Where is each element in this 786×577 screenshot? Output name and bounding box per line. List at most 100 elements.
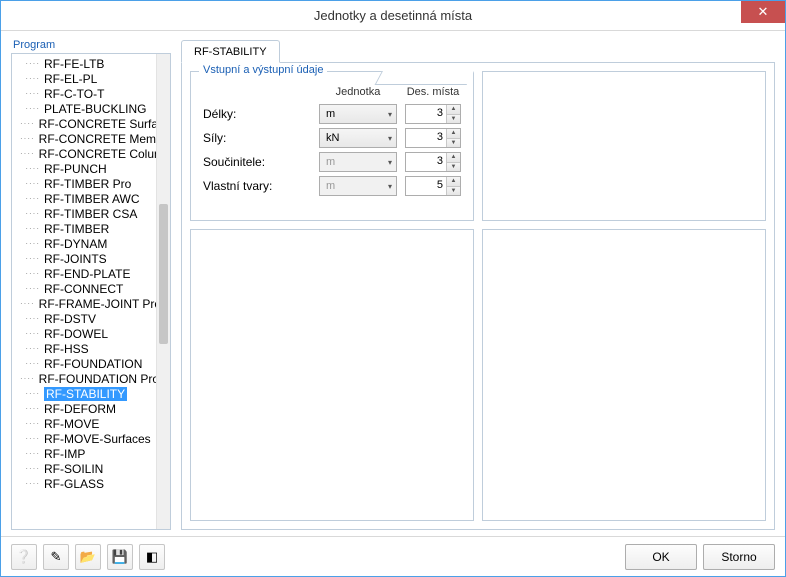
tab-row: RF-STABILITY [181, 39, 775, 63]
unit-value: m [326, 180, 335, 192]
spinner-up-icon[interactable]: ▲ [447, 153, 460, 163]
tree-item[interactable]: ···· RF-STABILITY [12, 386, 156, 401]
tree-item-label: RF-CONCRETE Members [39, 132, 156, 146]
tree-branch-icon: ···· [20, 389, 40, 398]
edit-button[interactable]: ✎ [43, 544, 69, 570]
tree-item[interactable]: ····RF-DEFORM [12, 401, 156, 416]
scroll-thumb[interactable] [159, 204, 168, 344]
save-button[interactable]: 💾 [107, 544, 133, 570]
tree-item-label: RF-CONCRETE Columns [39, 147, 156, 161]
tree-item[interactable]: ····RF-CONNECT [12, 281, 156, 296]
settings-button[interactable]: ◧ [139, 544, 165, 570]
chevron-down-icon: ▾ [388, 134, 392, 143]
tree-item-label: RF-STABILITY [44, 387, 127, 401]
spinner-down-icon[interactable]: ▼ [447, 115, 460, 124]
tab-rf-stability[interactable]: RF-STABILITY [181, 40, 280, 63]
tree-item-label: RF-GLASS [44, 477, 104, 491]
decimals-spinner[interactable]: 3▲▼ [405, 152, 461, 172]
decimals-value: 3 [406, 105, 446, 123]
unit-dropdown[interactable]: m▾ [319, 104, 397, 124]
tree-item[interactable]: ····RF-TIMBER CSA [12, 206, 156, 221]
tree-branch-icon: ···· [20, 314, 40, 323]
tree-branch-icon: ···· [20, 419, 40, 428]
open-icon: 📂 [80, 549, 96, 565]
tree-item[interactable]: ···· RF-MOVE [12, 416, 156, 431]
tab-label: RF-STABILITY [194, 46, 267, 58]
tree-branch-icon: ···· [20, 209, 40, 218]
spinner-down-icon[interactable]: ▼ [447, 139, 460, 148]
spinner-down-icon[interactable]: ▼ [447, 187, 460, 196]
tree-item[interactable]: ····RF-MOVE-Surfaces [12, 431, 156, 446]
unit-value: m [326, 156, 335, 168]
unit-value: m [326, 108, 335, 120]
save-icon: 💾 [112, 549, 128, 565]
sidebar-label: Program [11, 39, 171, 51]
row-label: Součinitele: [203, 155, 311, 169]
tree-item[interactable]: ····RF-CONCRETE Members [12, 131, 156, 146]
decimals-spinner[interactable]: 3▲▼ [405, 128, 461, 148]
decimals-spinner[interactable]: 3▲▼ [405, 104, 461, 124]
tree-branch-icon: ···· [20, 224, 40, 233]
tree-item[interactable]: ····RF-FE-LTB [12, 56, 156, 71]
unit-dropdown[interactable]: kN▾ [319, 128, 397, 148]
close-button[interactable]: ✕ [741, 1, 785, 23]
tree-branch-icon: ···· [20, 329, 40, 338]
tree-item[interactable]: ···· RF-PUNCH [12, 161, 156, 176]
tree-branch-icon: ···· [20, 254, 40, 263]
panel-content: Jednotka Des. místa Délky:m▾3▲▼Síly:kN▾3… [191, 72, 473, 206]
tree-item[interactable]: ····RF-EL-PL [12, 71, 156, 86]
tree-item[interactable]: ····RF-END-PLATE [12, 266, 156, 281]
tree-item-label: RF-JOINTS [44, 252, 107, 266]
tree-branch-icon: ···· [20, 374, 35, 383]
tree-item[interactable]: ····RF-TIMBER Pro [12, 176, 156, 191]
help-button[interactable]: ❔ [11, 544, 37, 570]
tree-item[interactable]: ····RF-IMP [12, 446, 156, 461]
content-area: Program ····RF-FE-LTB····RF-EL-PL····RF-… [1, 31, 785, 536]
cancel-button[interactable]: Storno [703, 544, 775, 570]
tree-branch-icon: ···· [20, 284, 40, 293]
tree-item[interactable]: ····RF-C-TO-T [12, 86, 156, 101]
tree-item[interactable]: ····RF-FOUNDATION [12, 356, 156, 371]
tree-item-label: RF-MOVE [44, 417, 99, 431]
spinner-up-icon[interactable]: ▲ [447, 177, 460, 187]
tree-item-label: RF-PUNCH [44, 162, 107, 176]
tree-item[interactable]: ····RF-TIMBER [12, 221, 156, 236]
tree-item[interactable]: ····RF-SOILIN [12, 461, 156, 476]
tree-branch-icon: ···· [20, 344, 40, 353]
spinner-up-icon[interactable]: ▲ [447, 129, 460, 139]
tree-item[interactable]: ···· RF-HSS [12, 341, 156, 356]
open-button[interactable]: 📂 [75, 544, 101, 570]
spinner-up-icon[interactable]: ▲ [447, 105, 460, 115]
header-unit: Jednotka [319, 86, 397, 98]
field-row: Součinitele: m ▾ 3▲▼ [203, 150, 461, 174]
decimals-spinner[interactable]: 5▲▼ [405, 176, 461, 196]
tree-item[interactable]: ···· RF-JOINTS [12, 251, 156, 266]
tree-item[interactable]: ····PLATE-BUCKLING [12, 101, 156, 116]
tree-scrollbar[interactable] [156, 54, 170, 529]
tree-item[interactable]: ····RF-CONCRETE Columns [12, 146, 156, 161]
tree-branch-icon: ···· [20, 179, 40, 188]
panels-grid: Vstupní a výstupní údaje Jednotka Des. m… [181, 63, 775, 530]
tree-item-label: RF-FRAME-JOINT Pro [39, 297, 156, 311]
tree-item-label: RF-HSS [44, 342, 89, 356]
panel-empty-top-right [482, 71, 766, 221]
tree-item[interactable]: ····RF-CONCRETE Surfaces [12, 116, 156, 131]
tree-item-label: RF-CONCRETE Surfaces [39, 117, 156, 131]
tree-item[interactable]: ····RF-DSTV [12, 311, 156, 326]
tree-item[interactable]: ····RF-DYNAM [12, 236, 156, 251]
chevron-down-icon: ▾ [388, 158, 392, 167]
tree-branch-icon: ···· [20, 164, 40, 173]
ok-button[interactable]: OK [625, 544, 697, 570]
tree-item[interactable]: ····RF-FRAME-JOINT Pro [12, 296, 156, 311]
tree-item[interactable]: ····RF-FOUNDATION Pro [12, 371, 156, 386]
tree-item[interactable]: ····RF-DOWEL [12, 326, 156, 341]
panel-empty-bottom-left [190, 229, 474, 521]
spinner-down-icon[interactable]: ▼ [447, 163, 460, 172]
tree-item-label: RF-SOILIN [44, 462, 103, 476]
tree-item[interactable]: ····RF-GLASS [12, 476, 156, 491]
program-tree[interactable]: ····RF-FE-LTB····RF-EL-PL····RF-C-TO-T··… [12, 54, 156, 529]
close-icon: ✕ [758, 4, 769, 20]
tree-item[interactable]: ····RF-TIMBER AWC [12, 191, 156, 206]
tree-branch-icon: ···· [20, 74, 40, 83]
row-label: Délky: [203, 107, 311, 121]
